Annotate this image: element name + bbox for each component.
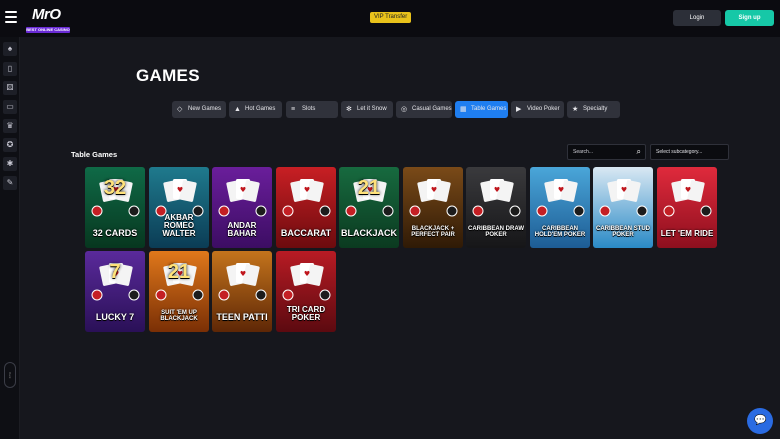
- game-title: ANDAR BAHAR: [227, 221, 257, 238]
- game-title: BLACKJACK + PERFECT PAIR: [411, 226, 455, 238]
- table-icon: ▦: [460, 106, 467, 113]
- svg-text:♥: ♥: [621, 186, 627, 194]
- game-card[interactable]: ♥ TRI CARD POKER: [276, 251, 336, 332]
- snowflake-icon: ✻: [346, 106, 352, 113]
- theme-toggle[interactable]: Dark: [4, 362, 16, 388]
- edit-icon[interactable]: ✎: [3, 176, 17, 190]
- svg-text:♥: ♥: [240, 186, 246, 194]
- game-card[interactable]: ♥ 7 LUCKY 7: [85, 251, 145, 332]
- game-title: BACCARAT: [280, 228, 332, 238]
- swirl-icon: ◎: [401, 106, 408, 113]
- tab-label: New Games: [188, 106, 222, 112]
- card-number: 21: [357, 177, 381, 199]
- fire-icon: ▲: [234, 106, 241, 113]
- tab-specialty[interactable]: ★ Specialty: [567, 101, 620, 118]
- svg-text:♥: ♥: [304, 270, 310, 278]
- top-header: MrO BEST ONLINE CASINO VIP Transfer Logi…: [0, 0, 780, 37]
- tab-let-it-snow[interactable]: ✻ Let it Snow: [341, 101, 393, 118]
- diamond-icon: ◇: [177, 106, 183, 113]
- svg-text:♥: ♥: [558, 186, 564, 194]
- card-number: 32: [103, 177, 127, 199]
- game-card[interactable]: ♥ CARIBBEAN STUD POKER: [593, 167, 653, 248]
- svg-text:♥: ♥: [685, 186, 691, 194]
- game-card[interactable]: ♥ LET 'EM RIDE: [657, 167, 717, 248]
- chat-button[interactable]: 💬: [747, 408, 773, 434]
- badge-icon[interactable]: ✪: [3, 138, 17, 152]
- tab-slots[interactable]: ≡ Slots: [286, 101, 338, 118]
- tab-label: Table Games: [471, 106, 507, 112]
- tab-table-games[interactable]: ▦ Table Games: [455, 101, 508, 118]
- game-title: LUCKY 7: [95, 312, 135, 322]
- subcategory-select[interactable]: Select subcategory...: [650, 144, 729, 160]
- game-card[interactable]: ♥ ANDAR BAHAR: [212, 167, 272, 248]
- game-title: CARIBBEAN STUD POKER: [596, 226, 650, 238]
- logo-text: MrO: [32, 6, 61, 23]
- dice-icon[interactable]: ⚄: [3, 81, 17, 95]
- game-title: CARIBBEAN HOLD'EM POKER: [534, 226, 586, 238]
- tab-new-games[interactable]: ◇ New Games: [172, 101, 226, 118]
- card-number: 7: [109, 261, 121, 283]
- menu-icon[interactable]: [5, 11, 17, 23]
- game-title: TRI CARD POKER: [286, 305, 326, 322]
- svg-text:♥: ♥: [494, 186, 500, 194]
- tab-label: Video Poker: [527, 106, 560, 112]
- card-icon[interactable]: ▭: [3, 100, 17, 114]
- tab-video-poker[interactable]: ▶ Video Poker: [511, 101, 564, 118]
- game-card[interactable]: ♥ CARIBBEAN DRAW POKER: [466, 167, 526, 248]
- game-card[interactable]: ♥ BLACKJACK + PERFECT PAIR: [403, 167, 463, 248]
- game-title: CARIBBEAN DRAW POKER: [468, 226, 524, 238]
- svg-text:♥: ♥: [240, 270, 246, 278]
- game-card[interactable]: ♥ BACCARAT: [276, 167, 336, 248]
- tab-label: Casual Games: [412, 106, 452, 112]
- login-button[interactable]: Login: [673, 10, 721, 26]
- game-card[interactable]: ♥ CARIBBEAN HOLD'EM POKER: [530, 167, 590, 248]
- search-placeholder: Search...: [573, 149, 594, 155]
- game-card[interactable]: ♥ AKBAR ROMEO WALTER: [149, 167, 209, 248]
- svg-text:♥: ♥: [431, 186, 437, 194]
- game-title: TEEN PATTI: [216, 312, 268, 322]
- svg-text:♥: ♥: [177, 186, 183, 194]
- game-title: AKBAR ROMEO WALTER: [162, 213, 196, 238]
- signup-button[interactable]: Sign up: [725, 10, 774, 26]
- logo-subtitle: BEST ONLINE CASINO: [26, 27, 70, 33]
- sidebar: ♠ ▯ ⚄ ▭ ♛ ✪ ✱ ✎ Dark: [0, 37, 20, 439]
- section-label: Table Games: [71, 150, 118, 159]
- crown-icon[interactable]: ♛: [3, 119, 17, 133]
- star-icon: ★: [572, 106, 579, 113]
- game-title: SUIT 'EM UP BLACKJACK: [160, 310, 198, 322]
- game-card[interactable]: ♥ TEEN PATTI: [212, 251, 272, 332]
- vip-transfer-button[interactable]: VIP Transfer: [370, 12, 412, 23]
- tab-label: Slots: [302, 106, 316, 112]
- tab-label: Let it Snow: [357, 106, 387, 112]
- page-title: GAMES: [136, 66, 200, 85]
- logo[interactable]: MrO BEST ONLINE CASINO: [26, 4, 70, 34]
- phone-icon[interactable]: ▯: [3, 62, 17, 76]
- gear-icon[interactable]: ✱: [3, 157, 17, 171]
- tab-label: Specialty: [583, 106, 608, 112]
- tab-hot-games[interactable]: ▲ Hot Games: [229, 101, 282, 118]
- game-title: LET 'EM RIDE: [660, 229, 714, 238]
- game-title: BLACKJACK: [341, 228, 397, 238]
- game-title: 32 CARDS: [92, 228, 138, 238]
- svg-text:♥: ♥: [304, 186, 310, 194]
- game-card[interactable]: ♥ 32 32 CARDS: [85, 167, 145, 248]
- video-icon: ▶: [516, 106, 522, 113]
- hat-icon[interactable]: ♠: [3, 42, 17, 56]
- tab-casual-games[interactable]: ◎ Casual Games: [396, 101, 452, 118]
- search-input[interactable]: Search... ⌕: [567, 144, 646, 160]
- card-number: 21: [167, 261, 191, 283]
- game-card[interactable]: ♥ 21 BLACKJACK: [339, 167, 399, 248]
- tab-label: Hot Games: [245, 106, 276, 112]
- game-card[interactable]: ♥ 21 SUIT 'EM UP BLACKJACK: [149, 251, 209, 332]
- slots-icon: ≡: [291, 106, 296, 113]
- search-icon[interactable]: ⌕: [637, 148, 641, 156]
- chat-bubble-icon: 💬: [754, 415, 767, 426]
